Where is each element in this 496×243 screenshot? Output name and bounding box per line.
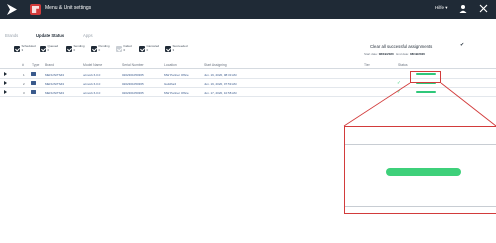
checkbox[interactable] (14, 46, 20, 52)
row-brand[interactable]: MENUNITS#4 (45, 91, 64, 95)
start-date-value[interactable]: 08/19/2020 (379, 52, 394, 56)
row-number: 2 (23, 81, 25, 86)
filter-canceled[interactable]: Canceled 0 (139, 44, 160, 55)
start-date-label: Start date: (364, 52, 378, 56)
row-number: 3 (23, 90, 25, 95)
row-start: Jun. 19, 2020, 08:33 AM (204, 72, 237, 77)
checkbox[interactable] (40, 46, 46, 52)
table-row[interactable]: 3 MENUNITS#4 ucmork 6.0.0 0202301050365 … (0, 88, 496, 97)
column-header-number: # (22, 63, 24, 67)
end-date-label: End date: (396, 52, 410, 56)
row-start: Jun. 19, 2020, 07:59 AM (204, 81, 237, 86)
checkbox[interactable] (165, 46, 171, 52)
success-check-icon: ✓ (397, 80, 401, 85)
user-icon[interactable] (458, 4, 468, 14)
filter-label: Pending 0 (98, 44, 110, 52)
column-header-model[interactable]: Model Name (83, 63, 102, 67)
app-logo-icon[interactable] (5, 3, 19, 16)
filter-label: Sending 0 (73, 44, 85, 52)
column-header-status[interactable]: Status (398, 63, 408, 67)
row-location[interactable]: MW Partner Office (164, 73, 189, 77)
tab-update-status[interactable]: Update Status (36, 33, 64, 38)
end-date-value[interactable]: 08/19/2020 (410, 52, 425, 56)
row-number: 1 (23, 72, 25, 77)
row-serial[interactable]: 0202301050365 (122, 73, 144, 77)
status-progress-bar (416, 91, 436, 94)
row-serial[interactable]: 0202301050365 (122, 91, 144, 95)
filter-label: Canceled 0 (146, 44, 160, 52)
zoom-row-divider (345, 144, 496, 145)
top-bar: Menu & Unit settings Hilfe ▾ (0, 0, 496, 19)
filter-scheduled[interactable]: Scheduled 3 (14, 44, 36, 55)
filter-sending[interactable]: Sending 0 (66, 44, 85, 55)
expand-arrow-icon[interactable] (4, 90, 7, 95)
close-icon[interactable] (479, 4, 488, 13)
filter-label: Failed 0 (123, 44, 132, 52)
expand-arrow-icon[interactable] (4, 72, 7, 77)
menu-settings-icon (30, 4, 41, 15)
checkbox[interactable] (139, 46, 145, 52)
row-brand[interactable]: MENUNITS#4 (45, 82, 64, 86)
zoom-callout (344, 126, 496, 214)
zoom-row-divider (345, 206, 496, 207)
row-model[interactable]: ucmork 6.0.0 (83, 82, 100, 86)
device-type-icon (31, 72, 36, 77)
highlight-box (410, 71, 441, 83)
success-check-icon: ✓ (397, 89, 401, 94)
filter-label: Succeeded 3 (172, 44, 188, 52)
row-brand[interactable]: MENUNITS#4 (45, 73, 64, 77)
column-header-tier[interactable]: Tier (364, 63, 370, 67)
expand-arrow-icon[interactable] (4, 81, 7, 86)
checkbox[interactable] (116, 46, 122, 52)
row-location[interactable]: Guildford (164, 82, 176, 86)
row-start: Jun. 17, 2020, 10:58 AM (204, 90, 237, 95)
column-header-brand[interactable]: Brand (45, 63, 54, 67)
checkbox[interactable] (91, 46, 97, 52)
filter-queued[interactable]: Queued 0 (40, 44, 59, 55)
clear-successful-link[interactable]: Clear all successful assignments (370, 44, 432, 49)
filter-failed[interactable]: Failed 0 (116, 44, 132, 55)
filter-pending[interactable]: Pending 0 (91, 44, 110, 55)
zoomed-status-bar (386, 168, 461, 176)
status-filters: Scheduled 3 Queued 0 Sending 0 Pending 0… (0, 44, 300, 57)
help-menu[interactable]: Hilfe ▾ (435, 5, 448, 11)
checkbox[interactable] (66, 46, 72, 52)
tab-apps[interactable]: Apps (83, 33, 93, 38)
column-header-location[interactable]: Location (164, 63, 177, 67)
row-location[interactable]: MW Partner Office (164, 91, 189, 95)
checkmark-icon[interactable]: ✔ (460, 42, 464, 48)
column-header-start[interactable]: Start Assigning (204, 63, 227, 67)
device-type-icon (31, 90, 36, 95)
column-header-serial[interactable]: Serial Number (122, 63, 144, 67)
tab-brands[interactable]: Brands (5, 33, 18, 38)
date-range: Start date: 08/19/2020 End date: 08/19/2… (364, 52, 425, 56)
filter-label: Scheduled 3 (21, 44, 36, 52)
row-model[interactable]: ucmork 6.0.0 (83, 91, 100, 95)
row-model[interactable]: ucmork 6.0.0 (83, 73, 100, 77)
row-serial[interactable]: 0202301050365 (122, 82, 144, 86)
device-type-icon (31, 81, 36, 86)
column-header-type[interactable]: Type (32, 63, 39, 67)
filter-succeeded[interactable]: Succeeded 3 (165, 44, 188, 55)
table-header: # Type Brand Model Name Serial Number Lo… (0, 61, 496, 69)
filter-label: Queued 0 (47, 44, 59, 52)
app-title: Menu & Unit settings (45, 5, 92, 11)
